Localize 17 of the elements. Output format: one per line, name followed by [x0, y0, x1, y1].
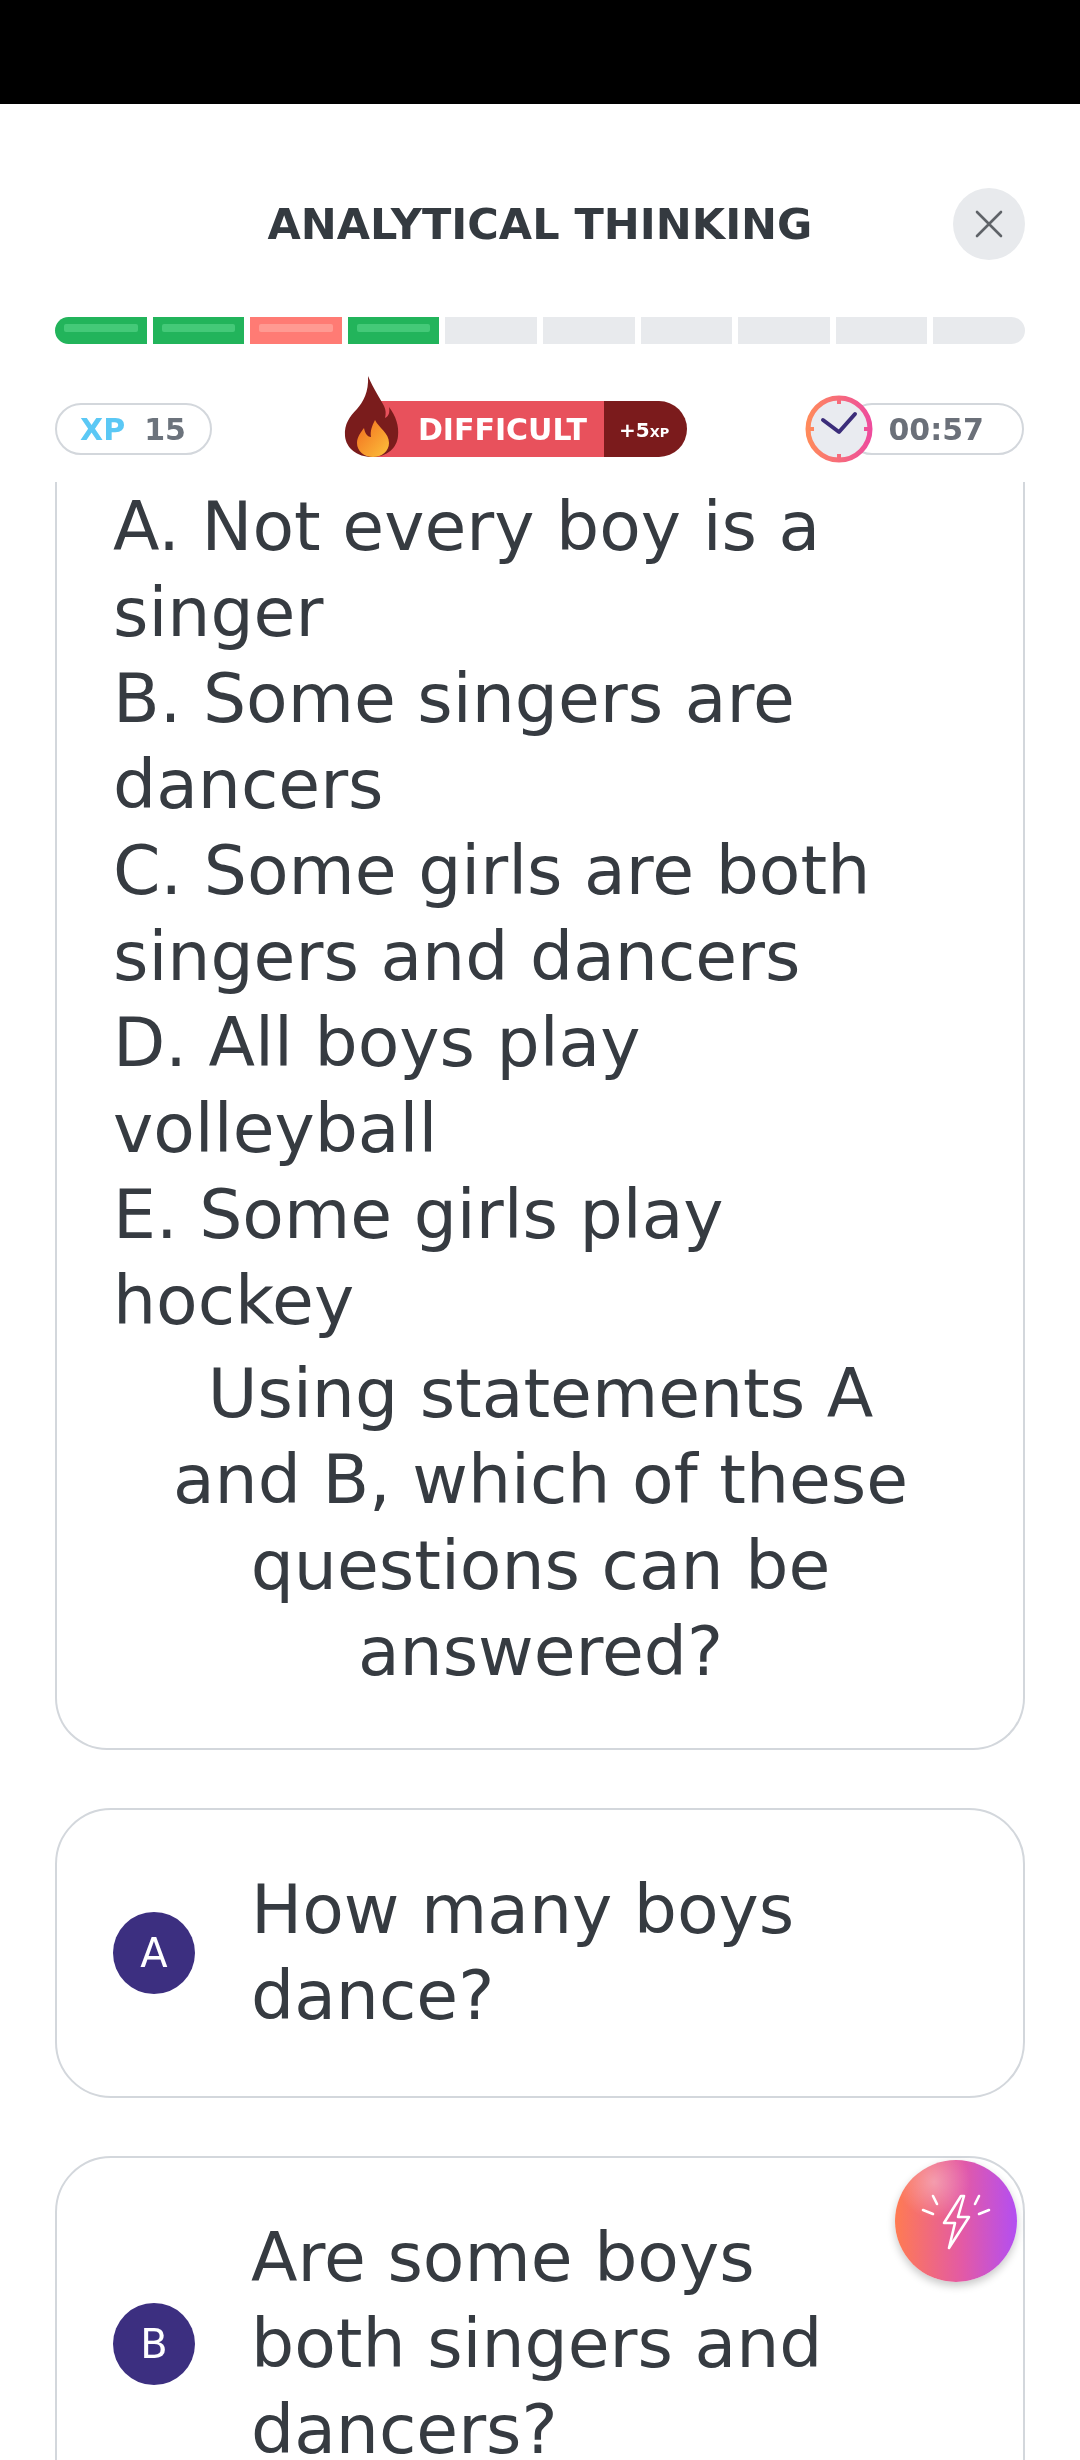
option-letter: B — [113, 2303, 195, 2385]
clock-icon — [804, 395, 873, 463]
bonus-xp-label: +5XP — [604, 401, 688, 457]
statement-text: C. Some girls are both singers and dancers — [113, 830, 872, 998]
answer-option[interactable]: A How many boys dance? — [55, 1808, 1025, 2098]
statement-text: B. Some singers are dancers — [113, 658, 796, 826]
lightning-button[interactable] — [895, 2160, 1017, 2282]
xp-label: XP — [80, 411, 126, 447]
option-letter: A — [113, 1912, 195, 1994]
screen-title: ANALYTICAL THINKING — [267, 199, 813, 249]
xp-value: 15 — [144, 411, 186, 447]
statement-text: E. Some girls play hockey — [113, 1174, 725, 1342]
answer-option[interactable]: B Are some boys both singers and dancers? — [55, 2156, 1025, 2460]
statement-text: D. All boys play volleyball — [113, 1002, 642, 1170]
statement-text: A. Not every boy is a singer — [113, 486, 822, 654]
close-icon — [975, 210, 1003, 238]
question-text: Using statements A and B, which of these questions can be answered? — [171, 1353, 910, 1693]
